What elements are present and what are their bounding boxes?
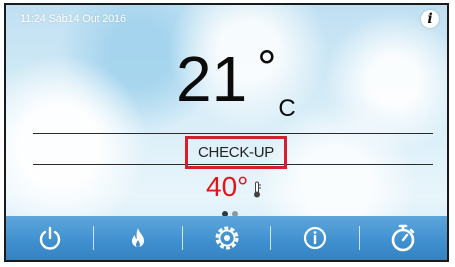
setpoint-value: 40° [206,171,249,202]
status-highlight-box[interactable]: CHECK-UP [185,136,287,169]
timer-button[interactable] [360,216,447,260]
setpoint-temperature[interactable]: 40° [206,171,262,203]
temperature-unit: C [278,95,296,122]
degree-symbol: ° [257,42,277,95]
divider-top [33,133,433,134]
gear-icon [215,226,239,250]
thermometer-icon [254,181,262,198]
settings-button[interactable] [183,216,270,260]
status-text: CHECK-UP [198,144,274,161]
timer-icon [392,224,415,252]
info-icon [303,226,327,250]
bottom-toolbar [6,216,447,260]
power-button[interactable] [6,216,93,260]
datetime-label: 11:24 Sáb14 Out 2016 [20,13,126,25]
info-button[interactable] [271,216,358,260]
power-icon [39,226,60,250]
info-icon[interactable]: i [421,10,439,28]
flame-button[interactable] [94,216,181,260]
thermostat-screen: 11:24 Sáb14 Out 2016 i 21 ° C CHECK-UP 4… [4,3,449,262]
current-temperature: 21 ° C [176,41,296,125]
flame-icon [132,228,145,247]
temperature-value: 21 [176,43,248,115]
